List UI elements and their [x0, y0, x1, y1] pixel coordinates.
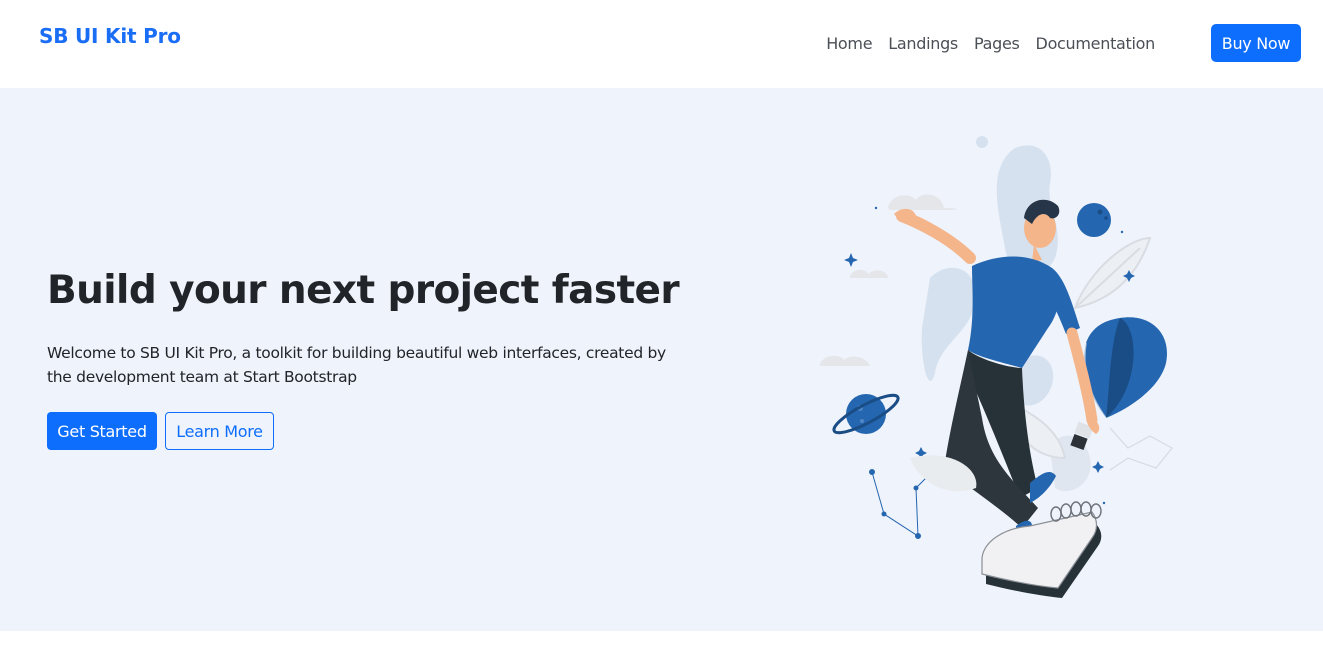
- nav-link-documentation[interactable]: Documentation: [1036, 33, 1156, 55]
- nav-link-landings[interactable]: Landings: [888, 33, 958, 55]
- nav-link-pages[interactable]: Pages: [974, 33, 1020, 55]
- hero-illustration: [820, 136, 1173, 598]
- hero-lead: Welcome to SB UI Kit Pro, a toolkit for …: [47, 344, 666, 386]
- nav-link-home[interactable]: Home: [826, 33, 872, 55]
- hero-title: Build your next project faster: [47, 268, 680, 313]
- planet-icon: [1077, 203, 1111, 237]
- navbar: SB UI Kit Pro Home Landings Pages Docume…: [0, 0, 1323, 88]
- buy-now-button[interactable]: Buy Now: [1211, 24, 1301, 62]
- get-started-button[interactable]: Get Started: [47, 412, 157, 450]
- nav-links: Home Landings Pages Documentation: [826, 33, 1155, 55]
- learn-more-button[interactable]: Learn More: [165, 412, 274, 450]
- saturn-icon: [832, 393, 900, 435]
- notebook-icon: [981, 501, 1102, 598]
- constellation-icon: [869, 469, 935, 539]
- person-illustration-icon: [894, 199, 1100, 552]
- brand-logo[interactable]: SB UI Kit Pro: [39, 24, 181, 48]
- hero-section: Build your next project faster Welcome t…: [0, 88, 1323, 631]
